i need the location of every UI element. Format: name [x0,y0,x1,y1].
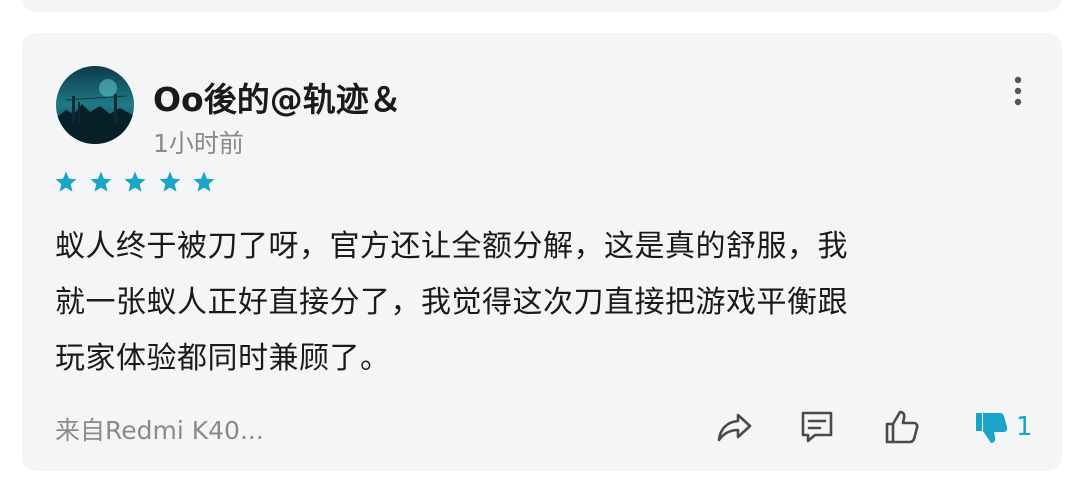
star-icon [55,171,77,192]
like-button[interactable] [882,407,922,447]
review-content-line: 蚁人终于被刀了呀，官方还让全额分解，这是真的舒服，我 [55,229,848,264]
more-options-icon[interactable] [1008,73,1028,109]
post-time: 1小时前 [153,129,244,158]
review-content-line: 就一张蚁人正好直接分了，我觉得这次刀直接把游戏平衡跟 [55,285,848,320]
review-content: 蚁人终于被刀了呀，官方还让全额分解，这是真的舒服，我 就一张蚁人正好直接分了，我… [55,219,1035,387]
comment-button[interactable] [797,407,837,447]
review-card: Oo後的@轨迹＆ 1小时前 蚁人终于被刀了呀，官方还让全额分解，这是真的舒服，我… [22,33,1062,471]
thumbs-up-icon [882,407,922,447]
review-content-line: 玩家体验都同时兼顾了。 [55,341,391,376]
star-icon [159,171,180,192]
previous-review-card [22,0,1062,12]
share-icon [714,407,754,447]
comment-icon [797,407,837,447]
dislike-button[interactable]: 1 [974,407,1033,447]
device-label: 来自Redmi K40... [55,416,264,445]
thumbs-down-icon [974,407,1010,447]
username[interactable]: Oo後的@轨迹＆ [153,73,402,121]
avatar[interactable] [56,66,134,144]
star-icon [90,171,111,192]
star-rating [54,170,227,196]
share-button[interactable] [714,407,754,447]
dislike-count: 1 [1016,412,1033,442]
star-icon [193,171,215,192]
star-icon [124,171,146,192]
